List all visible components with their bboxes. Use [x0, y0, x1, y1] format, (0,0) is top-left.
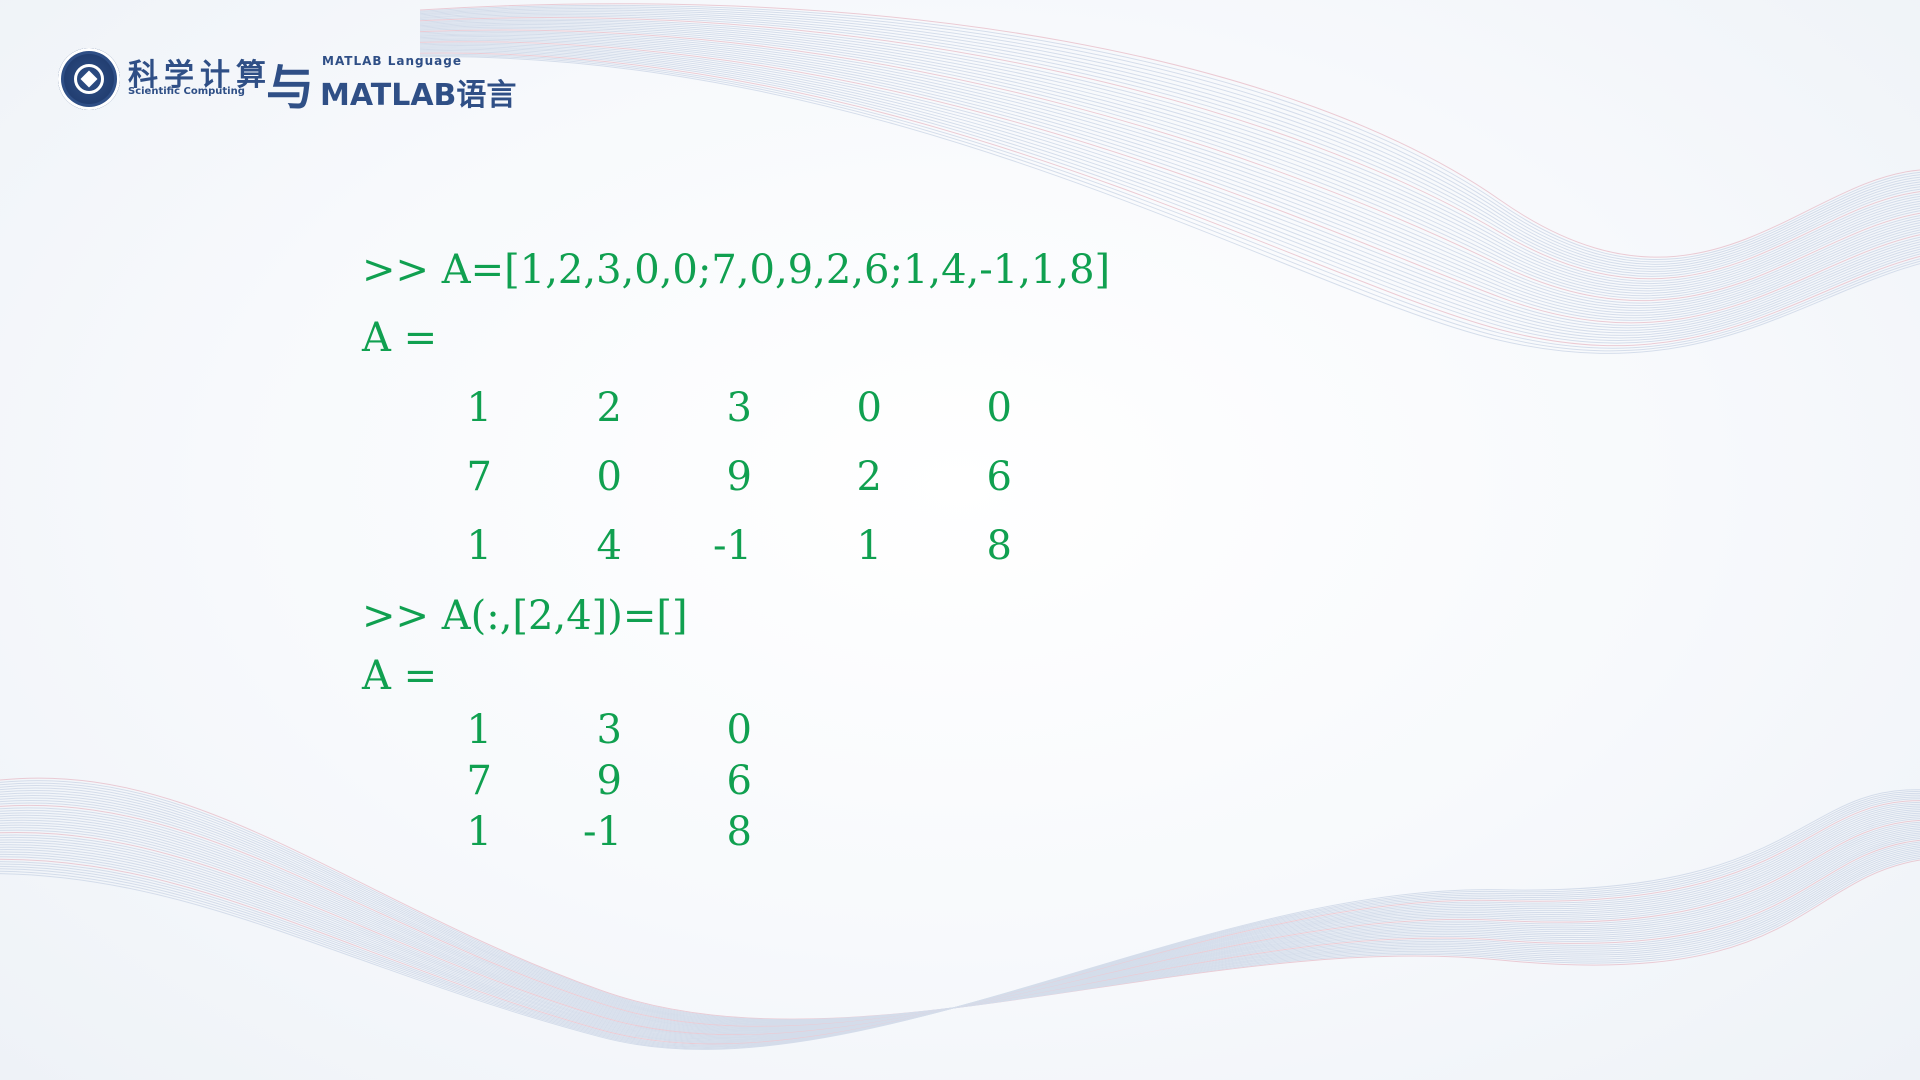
logo-text: 科学计算 Scientific Computing 与 MATLAB Langu…	[128, 44, 528, 116]
logo-matlab-small: MATLAB Language	[322, 54, 462, 68]
command-line-1: >> A=[1,2,3,0,0;7,0,9,2,6;1,4,-1,1,8]	[362, 247, 1111, 293]
matrix-cell: 2	[856, 454, 882, 500]
matrix-cell: 8	[986, 523, 1012, 569]
matrix-cell: 2	[596, 385, 622, 431]
matrix-cell: 6	[986, 454, 1012, 500]
matrix-cell: 1	[466, 523, 492, 569]
university-seal-icon	[58, 48, 120, 110]
matrix-cell: 9	[726, 454, 752, 500]
matrix-cell: 3	[596, 707, 622, 753]
course-logo: 科学计算 Scientific Computing 与 MATLAB Langu…	[58, 44, 528, 116]
matrix-cell: 7	[466, 454, 492, 500]
matrix-cell: 7	[466, 758, 492, 804]
matrix-cell: 4	[596, 523, 622, 569]
matrix-cell: 0	[856, 385, 882, 431]
command-line-2: >> A(:,[2,4])=[]	[362, 593, 688, 639]
matrix-cell: -1	[583, 809, 622, 855]
logo-matlab-big: MATLAB语言	[320, 78, 517, 113]
matrix-cell: 1	[856, 523, 882, 569]
matrix-cell: 9	[596, 758, 622, 804]
matrix-cell: 0	[726, 707, 752, 753]
matrix-cell: 1	[466, 385, 492, 431]
matrix-cell: 0	[986, 385, 1012, 431]
matrix-cell: 0	[596, 454, 622, 500]
logo-yu: 与	[266, 60, 315, 116]
output-label-1: A =	[362, 315, 438, 361]
logo-subtitle-en: Scientific Computing	[128, 86, 245, 97]
matrix-cell: 1	[466, 707, 492, 753]
matrix-cell: 3	[726, 385, 752, 431]
output-label-2: A =	[362, 653, 438, 699]
matrix-cell: 1	[466, 809, 492, 855]
matrix-cell: 6	[726, 758, 752, 804]
matrix-cell: 8	[726, 809, 752, 855]
matrix-cell: -1	[713, 523, 752, 569]
